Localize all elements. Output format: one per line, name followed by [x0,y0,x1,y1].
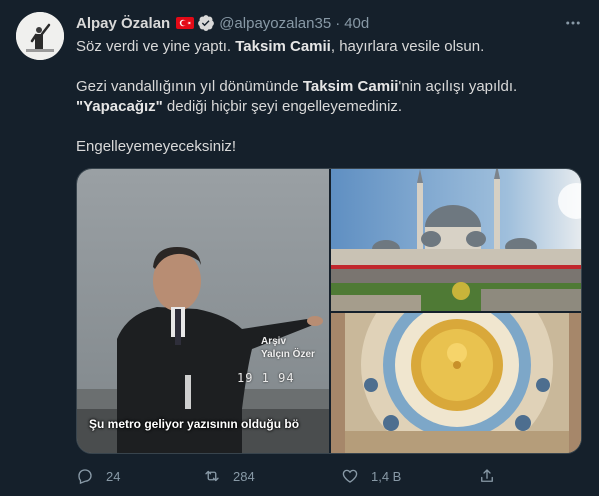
video-caption: Şu metro geliyor yazısının olduğu bö [89,417,300,431]
reply-button[interactable]: 24 [76,466,120,486]
verified-badge-icon [198,15,215,31]
hashtag-taksim-camii: Taksim Camii [235,38,331,55]
text-line-2: Gezi vandallığının yıl dönümünde Taksim … [76,78,518,95]
like-count: 1,4 B [371,468,402,484]
tweet-header: Alpay Özalan @alpayozalan35 · 40d [76,13,369,33]
more-icon [566,21,580,25]
avatar[interactable] [16,12,64,60]
like-icon [342,469,358,483]
author-handle[interactable]: @alpayozalan35 [219,15,331,32]
mosque-interior-photo[interactable] [331,313,581,453]
share-icon [481,469,493,482]
separator-dot: · [335,14,341,32]
retweet-icon [205,470,219,482]
tweet-media[interactable]: Arşiv Yalçın Özer 19 1 94 Şu metro geliy… [76,168,582,454]
timestamp[interactable]: 40d [344,15,369,32]
turkey-flag-icon [176,17,195,29]
hashtag-taksim-camii: Taksim Camii [302,78,399,95]
video-thumbnail[interactable]: Arşiv Yalçın Özer 19 1 94 Şu metro geliy… [77,169,329,453]
text-line-3: "Yapacağız" dediği hiçbir şeyi engelleye… [76,98,403,115]
mosque-exterior-photo[interactable] [331,169,581,311]
more-button[interactable] [562,12,584,34]
tweet-actions: 24 284 1,4 B [76,466,516,486]
share-button[interactable] [478,466,496,486]
author-name[interactable]: Alpay Özalan [76,15,170,32]
video-date-stamp: 19 1 94 [237,371,295,385]
reply-count: 24 [106,468,121,484]
retweet-button[interactable]: 284 [203,466,255,486]
reply-icon [78,469,92,485]
retweet-count: 284 [233,468,255,484]
tweet[interactable]: Alpay Özalan @alpayozalan35 · 40d Söz ve… [0,0,599,496]
archive-label: Arşiv Yalçın Özer [261,336,315,360]
text-line-1: Söz verdi ve yine yaptı. Taksim Camii, h… [76,38,485,55]
like-button[interactable]: 1,4 B [341,466,401,486]
text-line-4: Engelleyemeyeceksiniz! [76,138,237,155]
tweet-text: Söz verdi ve yine yaptı. Taksim Camii, h… [76,37,576,157]
